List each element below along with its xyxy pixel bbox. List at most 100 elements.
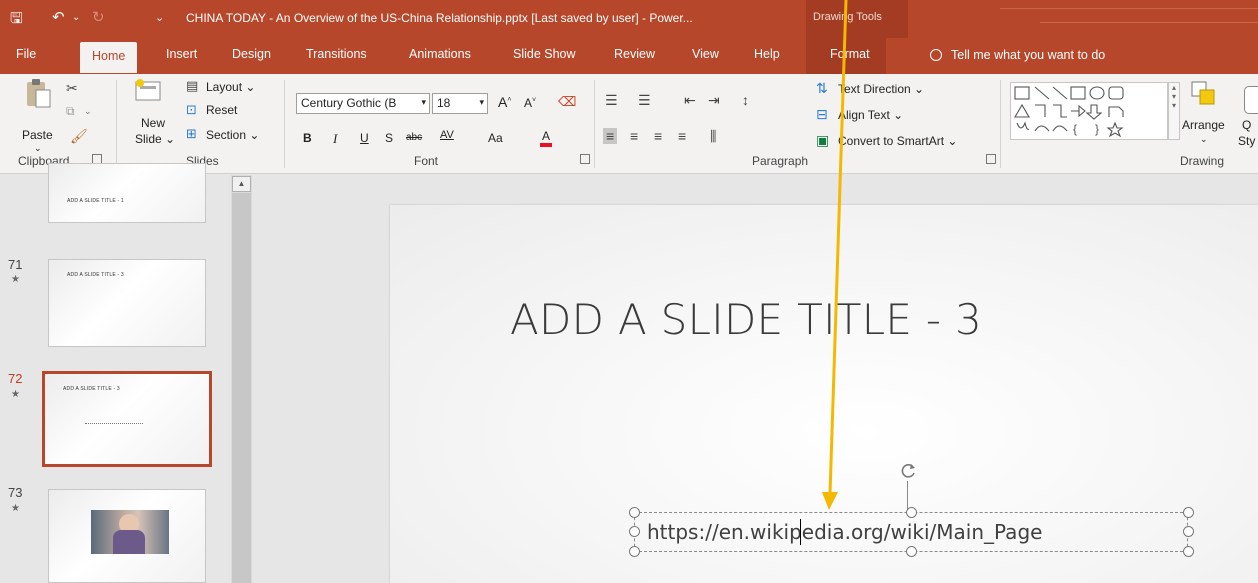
- tab-home[interactable]: Home: [80, 42, 138, 73]
- decorative-circuit: [1000, 8, 1258, 9]
- new-slide-icon[interactable]: [134, 78, 162, 104]
- shapes-gallery[interactable]: {}: [1010, 82, 1168, 140]
- tab-help[interactable]: Help: [754, 47, 780, 61]
- justify-icon[interactable]: ≡: [678, 128, 686, 144]
- clear-formatting-icon[interactable]: ⌫: [558, 94, 576, 110]
- strikethrough-button[interactable]: abc: [406, 132, 422, 143]
- ribbon-separator: [116, 80, 117, 168]
- format-painter-icon[interactable]: 🖌: [70, 128, 88, 145]
- quick-styles-button[interactable]: Q: [1242, 118, 1251, 132]
- slide-thumbnail-selected[interactable]: ADD A SLIDE TITLE - 3: [42, 371, 212, 467]
- font-color-button[interactable]: A: [540, 129, 553, 147]
- underline-button[interactable]: U: [360, 131, 369, 145]
- quick-styles-label-2[interactable]: Sty: [1238, 134, 1255, 148]
- align-center-icon[interactable]: ≡: [630, 128, 638, 144]
- bold-button[interactable]: B: [303, 131, 312, 145]
- italic-button[interactable]: I: [333, 131, 337, 147]
- shapes-gallery-scroll[interactable]: ▴ ▾ ▾: [1168, 82, 1180, 140]
- section-button[interactable]: Section ⌄: [206, 128, 259, 142]
- resize-handle[interactable]: [1183, 507, 1194, 518]
- line-spacing-icon[interactable]: ↕: [742, 92, 749, 108]
- chevron-down-icon[interactable]: ▾: [421, 97, 426, 108]
- tab-review[interactable]: Review: [614, 47, 655, 61]
- slide-thumbnail[interactable]: [48, 489, 206, 583]
- font-name-combo[interactable]: Century Gothic (B ▾: [296, 93, 430, 114]
- resize-handle[interactable]: [629, 526, 640, 537]
- slide-title[interactable]: ADD A SLIDE TITLE - 3: [510, 295, 982, 344]
- decrease-font-icon[interactable]: A˅: [524, 96, 536, 110]
- numbering-icon[interactable]: ☰: [638, 92, 651, 109]
- tab-transitions[interactable]: Transitions: [306, 47, 367, 61]
- paste-button[interactable]: Paste: [22, 128, 53, 142]
- drawing-group-label: Drawing: [1180, 154, 1225, 168]
- arrange-icon: [1190, 80, 1220, 110]
- resize-handle[interactable]: [1183, 546, 1194, 557]
- font-size-value: 18: [437, 96, 451, 110]
- font-launcher-icon[interactable]: [580, 154, 590, 164]
- resize-handle[interactable]: [906, 507, 917, 518]
- reset-button[interactable]: Reset: [206, 103, 237, 117]
- font-group-label: Font: [414, 154, 439, 168]
- increase-indent-icon[interactable]: ⇥: [708, 92, 720, 109]
- thumbnail-scrollbar[interactable]: ▲: [231, 175, 252, 583]
- resize-handle[interactable]: [906, 546, 917, 557]
- undo-dropdown-icon[interactable]: ⌄: [72, 12, 80, 23]
- paragraph-launcher-icon[interactable]: [986, 154, 996, 164]
- arrange-button[interactable]: Arrange: [1182, 118, 1225, 132]
- align-right-icon[interactable]: ≡: [654, 128, 662, 144]
- copy-dropdown-icon[interactable]: ⌄: [84, 106, 92, 117]
- scroll-up-icon[interactable]: ▲: [232, 176, 251, 192]
- url-textbox[interactable]: https://en.wikipedia.org/wiki/Main_Page: [629, 507, 1194, 557]
- ribbon-separator: [284, 80, 285, 168]
- textbox-text[interactable]: https://en.wikipedia.org/wiki/Main_Page: [647, 520, 1042, 544]
- align-left-icon[interactable]: ≡: [603, 128, 618, 144]
- tab-format[interactable]: Format: [806, 38, 886, 74]
- bullets-icon[interactable]: ☰: [605, 92, 618, 109]
- tab-file[interactable]: File: [16, 47, 36, 61]
- paste-icon[interactable]: [24, 78, 54, 110]
- tab-view[interactable]: View: [692, 47, 719, 61]
- font-size-combo[interactable]: 18 ▾: [432, 93, 488, 114]
- video-thumbnail-image: [91, 510, 169, 554]
- person-body: [113, 530, 145, 554]
- tab-slide-show[interactable]: Slide Show: [513, 47, 576, 61]
- change-case-button[interactable]: Aa: [488, 131, 503, 145]
- tab-insert[interactable]: Insert: [166, 47, 197, 61]
- resize-handle[interactable]: [629, 546, 640, 557]
- new-slide-button[interactable]: Slide ⌄: [135, 132, 175, 146]
- chevron-down-icon[interactable]: ▾: [479, 97, 484, 108]
- character-spacing-button[interactable]: AV: [440, 129, 454, 141]
- scrollbar-thumb[interactable]: [232, 193, 251, 583]
- layout-button[interactable]: Layout ⌄: [206, 80, 255, 94]
- quick-styles-icon[interactable]: [1244, 86, 1258, 114]
- arrange-dropdown-icon[interactable]: ⌄: [1200, 134, 1208, 145]
- redo-icon[interactable]: ↻: [92, 8, 105, 26]
- slide-canvas[interactable]: ADD A SLIDE TITLE - 3 https://en.wikiped…: [390, 205, 1258, 583]
- paste-dropdown-icon[interactable]: ⌄: [34, 143, 42, 154]
- text-direction-button[interactable]: Text Direction ⌄: [838, 82, 924, 96]
- save-icon[interactable]: 🖫: [10, 8, 23, 33]
- thumbnail-text-line: [85, 423, 143, 424]
- columns-icon[interactable]: ⫼: [710, 128, 716, 145]
- smartart-icon: ▣: [816, 132, 830, 148]
- tell-me-search[interactable]: Tell me what you want to do: [930, 48, 1105, 62]
- undo-icon[interactable]: ↶: [52, 8, 65, 26]
- rotate-handle-icon[interactable]: [898, 461, 918, 481]
- resize-handle[interactable]: [629, 507, 640, 518]
- decrease-indent-icon[interactable]: ⇤: [684, 92, 696, 109]
- align-text-button[interactable]: Align Text ⌄: [838, 108, 903, 122]
- copy-icon[interactable]: ⧉: [66, 104, 75, 119]
- convert-smartart-button[interactable]: Convert to SmartArt ⌄: [838, 134, 957, 148]
- slide-thumbnail-pane: ADD A SLIDE TITLE - 1 71 ★ ADD A SLIDE T…: [0, 163, 252, 583]
- slide-thumbnail[interactable]: ADD A SLIDE TITLE - 3: [48, 259, 206, 347]
- resize-handle[interactable]: [1183, 526, 1194, 537]
- cut-icon[interactable]: ✂: [66, 80, 78, 97]
- customize-toolbar-icon[interactable]: ⌄: [155, 11, 164, 24]
- increase-font-icon[interactable]: A˄: [498, 94, 511, 110]
- tab-animations[interactable]: Animations: [409, 47, 471, 61]
- transition-star-icon: ★: [11, 503, 20, 514]
- slide-thumbnail[interactable]: ADD A SLIDE TITLE - 1: [48, 163, 206, 223]
- shadow-button[interactable]: S: [385, 131, 393, 145]
- new-slide-label-1[interactable]: New: [141, 116, 165, 130]
- tab-design[interactable]: Design: [232, 47, 271, 61]
